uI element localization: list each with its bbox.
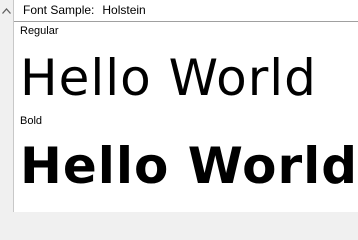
scroll-up-button[interactable] [0, 0, 13, 22]
left-scrollbar[interactable] [0, 0, 14, 212]
sample-text-bold: Hello World [20, 137, 358, 195]
font-sample-window: Font Sample: Holstein Regular Hello World… [0, 0, 358, 212]
font-sample-header: Font Sample: Holstein [14, 0, 358, 22]
font-preview-panel: Regular Hello World Bold Hello World [14, 22, 358, 212]
font-name-value: Holstein [102, 3, 146, 17]
chevron-up-icon [2, 8, 11, 14]
font-sample-label: Font Sample: [23, 3, 95, 17]
sample-text-regular: Hello World [20, 49, 317, 107]
style-label-bold: Bold [20, 115, 43, 127]
style-label-regular: Regular [20, 25, 59, 37]
